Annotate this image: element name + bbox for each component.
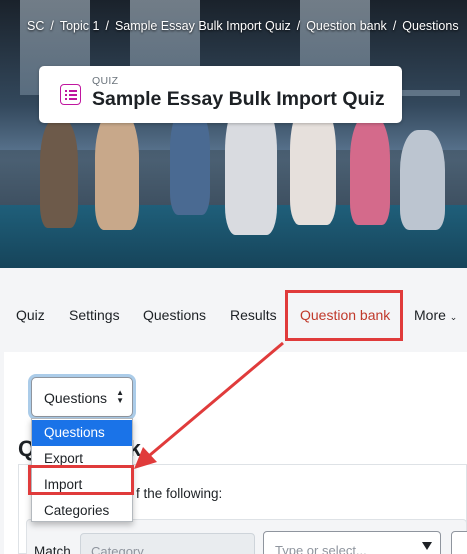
annotation-arrow bbox=[134, 341, 284, 469]
